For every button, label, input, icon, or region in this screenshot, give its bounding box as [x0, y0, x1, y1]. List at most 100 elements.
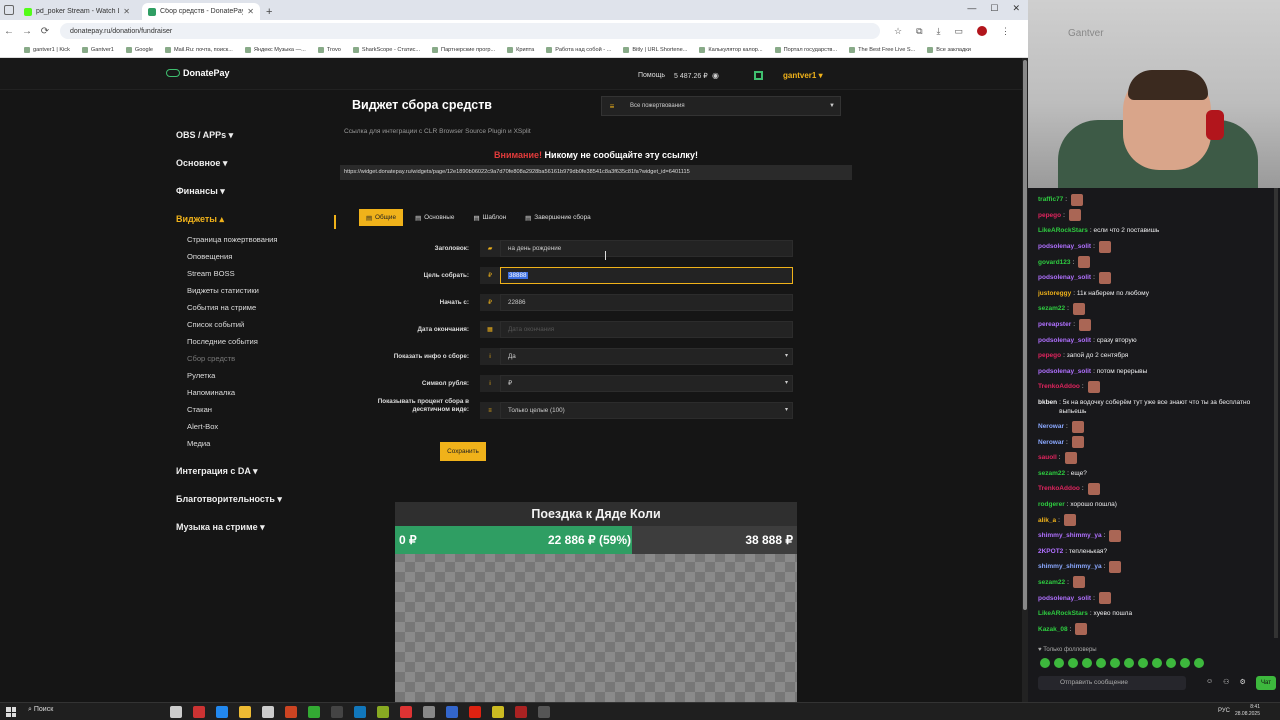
bookmark-item[interactable]: Калькулятор калор... — [699, 46, 763, 53]
sidebar-section-obs[interactable]: OBS / APPs ▾ — [176, 130, 336, 141]
emote-picker-icon[interactable]: ☺ — [1206, 678, 1213, 686]
emote-icon[interactable] — [1138, 658, 1148, 668]
bookmark-item[interactable]: Mail.Ru: почта, поиск... — [164, 46, 233, 53]
bookmark-item[interactable]: Bitly | URL Shortene... — [623, 46, 687, 53]
new-tab-icon[interactable]: + — [260, 6, 278, 20]
bookmark-item[interactable]: Яндекс Музыка —... — [244, 46, 306, 53]
app-icon[interactable] — [423, 706, 435, 718]
emote-icon[interactable] — [1124, 658, 1134, 668]
folder-icon[interactable] — [239, 706, 251, 718]
chat-username[interactable]: alik_a — [1038, 517, 1056, 524]
chat-username[interactable]: Nerowar — [1038, 439, 1064, 446]
chat-username[interactable]: TrenkoAddoo — [1038, 383, 1080, 390]
chat-scrollbar[interactable] — [1274, 188, 1278, 638]
tab-search-icon[interactable] — [4, 5, 14, 15]
tab-donatepay[interactable]: Сбор средств - DonatePay.ru ✕ — [142, 3, 260, 20]
sidebar-item-widget[interactable]: События на стриме — [187, 299, 336, 316]
info-select[interactable]: Да ▾ — [500, 348, 793, 365]
url-input[interactable]: donatepay.ru/donation/fundraiser — [60, 23, 880, 39]
chat-send-button[interactable]: Чат — [1256, 676, 1276, 690]
scrollbar-thumb[interactable] — [1023, 60, 1027, 610]
sidebar-section-music[interactable]: Музыка на стриме ▾ — [176, 522, 336, 533]
widget-link-field[interactable]: https://widget.donatepay.ru/widgets/page… — [340, 165, 852, 180]
extensions-icon[interactable]: ⧉ — [916, 26, 922, 37]
bookmark-item[interactable]: Портал государств... — [774, 46, 837, 53]
chat-username[interactable]: podsolenay_solit — [1038, 337, 1091, 344]
close-tab-icon[interactable]: ✕ — [123, 7, 130, 16]
bookmark-item[interactable]: The Best Free Live S... — [849, 46, 915, 53]
minimize-icon[interactable]: — — [967, 3, 976, 14]
reload-icon[interactable]: ⟳ — [36, 26, 54, 37]
chat-username[interactable]: pepego — [1038, 212, 1061, 219]
sidebar-item-widget[interactable]: Оповещения — [187, 248, 336, 265]
sidebar-section-finance[interactable]: Финансы ▾ — [176, 186, 336, 197]
help-link[interactable]: Помощь — [638, 72, 665, 79]
maximize-icon[interactable]: ☐ — [990, 3, 998, 14]
emote-icon[interactable] — [1068, 658, 1078, 668]
emote-icon[interactable] — [1166, 658, 1176, 668]
goal-input[interactable]: 38888 — [500, 267, 793, 284]
chat-username[interactable]: sezam22 — [1038, 579, 1065, 586]
chat-username[interactable]: pereapster — [1038, 321, 1071, 328]
chat-username[interactable]: pepego — [1038, 352, 1061, 359]
symbol-select[interactable]: ₽ ▾ — [500, 375, 793, 392]
app-icon[interactable] — [262, 706, 274, 718]
sidebar-item-widget[interactable]: Stream BOSS — [187, 265, 336, 282]
chat-username[interactable]: 2KPOT2 — [1038, 548, 1063, 555]
sidebar-item-widget[interactable]: Стакан — [187, 401, 336, 418]
app-icon[interactable] — [308, 706, 320, 718]
emote-icon[interactable] — [1082, 658, 1092, 668]
chat-username[interactable]: podsolenay_solit — [1038, 368, 1091, 375]
bookmark-item[interactable]: Google — [125, 46, 153, 53]
emote-icon[interactable] — [1040, 658, 1050, 668]
chat-username[interactable]: sauoll — [1038, 454, 1057, 461]
close-tab-icon[interactable]: ✕ — [247, 7, 254, 16]
sidebar-item-widget[interactable]: Список событий — [187, 316, 336, 333]
site-logo[interactable]: DonatePay — [166, 68, 230, 78]
chat-username[interactable]: shimmy_shimmy_ya — [1038, 563, 1102, 570]
bookmark-item[interactable]: gantver1 | Kick — [24, 46, 70, 53]
chat-message-input[interactable]: Отправить сообщение — [1038, 676, 1186, 690]
app-icon[interactable] — [492, 706, 504, 718]
emote-icon[interactable] — [1152, 658, 1162, 668]
chat-username[interactable]: LikeARockStars — [1038, 610, 1088, 617]
chat-username[interactable]: traffic77 — [1038, 196, 1063, 203]
chat-username[interactable]: Nerowar — [1038, 423, 1064, 430]
windows-start-icon[interactable] — [6, 707, 16, 717]
sidebar-item-widget[interactable]: Медиа — [187, 435, 336, 452]
chat-username[interactable]: podsolenay_solit — [1038, 243, 1091, 250]
app-icon[interactable] — [515, 706, 527, 718]
emote-icon[interactable] — [1194, 658, 1204, 668]
chat-username[interactable]: sezam22 — [1038, 305, 1065, 312]
save-button[interactable]: Сохранить — [440, 442, 486, 461]
language-indicator[interactable]: РУС — [1218, 708, 1230, 714]
settings-gear-icon[interactable]: ⚙ — [1239, 678, 1245, 686]
chat-username[interactable]: TrenkoAddoo — [1038, 485, 1080, 492]
start-input[interactable]: 22886 — [500, 294, 793, 311]
tab-template[interactable]: ▤ Шаблон — [466, 209, 513, 226]
sidepanel-icon[interactable]: ▭ — [955, 26, 964, 37]
app-icon[interactable] — [469, 706, 481, 718]
chat-username[interactable]: govard123 — [1038, 259, 1071, 266]
app-icon[interactable] — [170, 706, 182, 718]
app-icon[interactable] — [446, 706, 458, 718]
chat-username[interactable]: bkben — [1038, 398, 1057, 407]
tab-finish[interactable]: ▤ Завершение сбора — [518, 209, 598, 226]
sidebar-item-widget[interactable]: Последние события — [187, 333, 336, 350]
bookmark-item[interactable]: Все закладки — [927, 46, 971, 53]
qr-icon[interactable] — [754, 71, 763, 80]
end-date-input[interactable]: Дата окончания — [500, 321, 793, 338]
bookmark-item[interactable]: Gantver1 — [81, 46, 114, 53]
sidebar-item-widget[interactable]: Alert-Box — [187, 418, 336, 435]
donation-filter-select[interactable]: ≡ Все пожертвования ▼ — [601, 96, 841, 116]
sidebar-section-main[interactable]: Основное ▾ — [176, 158, 336, 169]
chat-username[interactable]: LikeARockStars — [1038, 227, 1088, 234]
app-icon[interactable] — [193, 706, 205, 718]
taskbar-search[interactable]: ⌕ Поиск — [28, 706, 53, 714]
chat-username[interactable]: shimmy_shimmy_ya — [1038, 532, 1102, 539]
emote-icon[interactable] — [1096, 658, 1106, 668]
tab-main[interactable]: ▤ Основные — [408, 209, 461, 226]
title-input[interactable]: на день рождение — [500, 240, 793, 257]
bookmark-item[interactable]: Крипта — [507, 46, 534, 53]
percent-select[interactable]: Только целые (100) ▾ — [500, 402, 793, 419]
